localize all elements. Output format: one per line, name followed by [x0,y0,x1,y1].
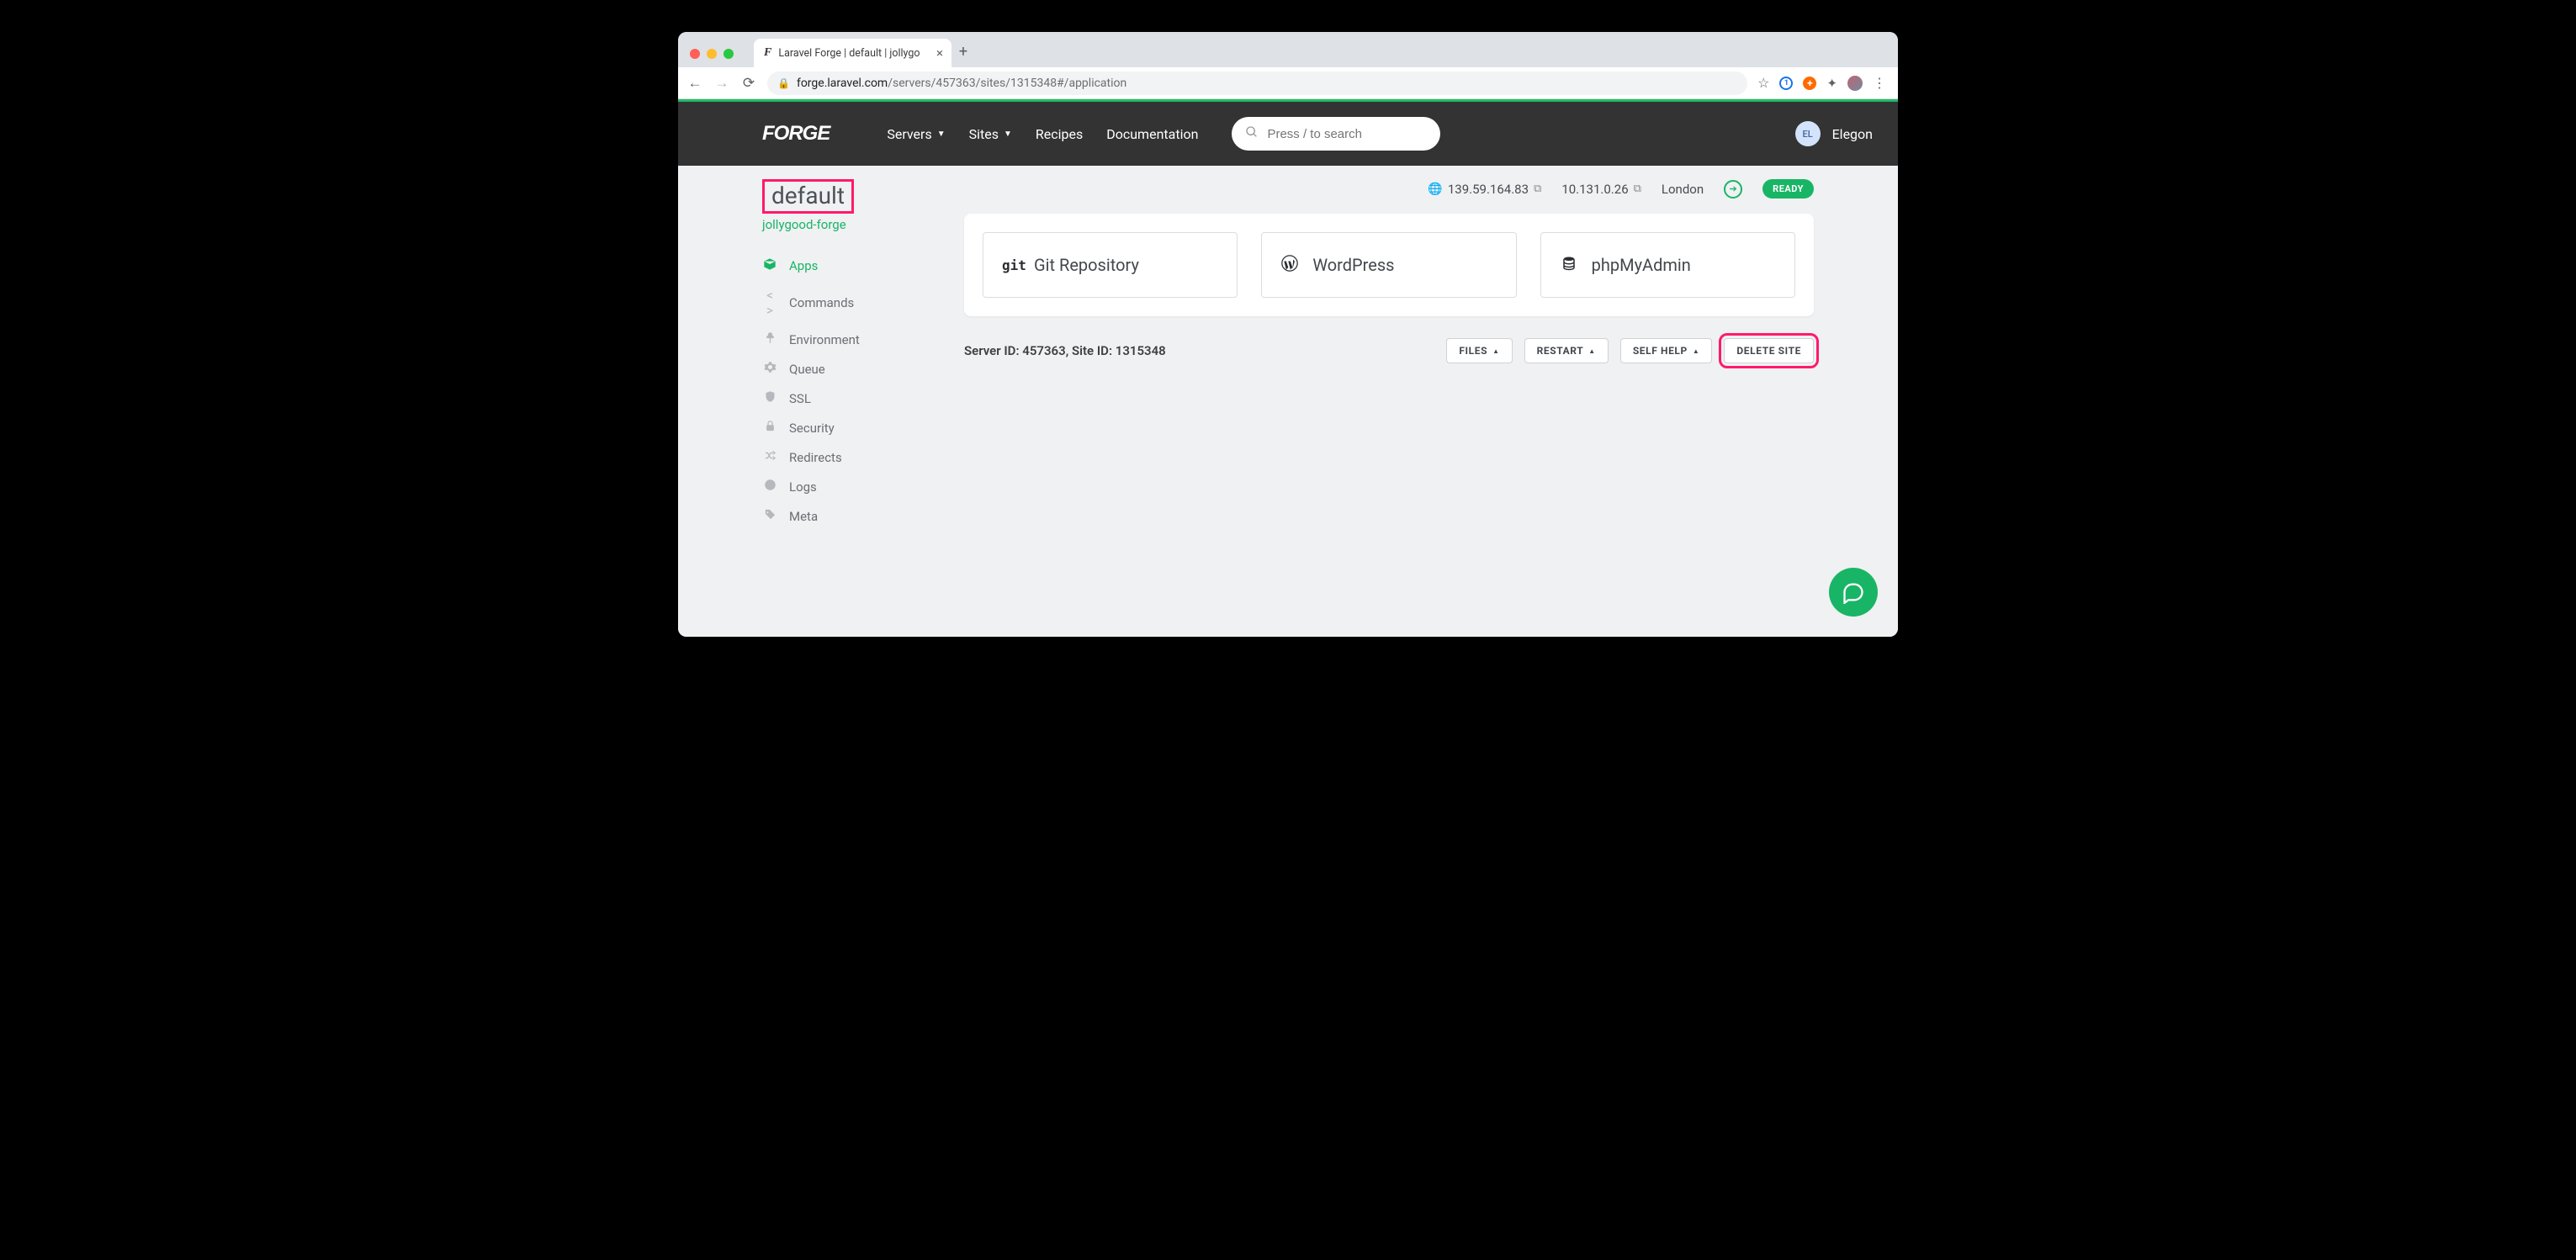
nav-recipes[interactable]: Recipes [1036,126,1083,142]
shield-icon [762,390,777,406]
maximize-window-button[interactable] [724,49,734,59]
gear-icon [762,361,777,377]
chat-icon [1842,580,1865,604]
address-bar[interactable]: 🔒 forge.laravel.com/servers/457363/sites… [767,71,1747,95]
extensions-menu-icon[interactable]: ✦ [1826,76,1837,91]
caret-down-icon: ▼ [1004,130,1012,139]
browser-actions: ☆ 1 + ✦ ⋮ [1757,75,1890,91]
app-header: FORGE Servers ▼ Sites ▼ Recipes Document… [678,102,1898,166]
url-text: forge.laravel.com/servers/457363/sites/1… [797,77,1126,90]
reload-button[interactable]: ⟳ [740,75,757,92]
caret-up-icon: ▲ [1588,347,1596,355]
tab-title: Laravel Forge | default | jollygo [778,47,930,60]
sidebar-item-apps[interactable]: Apps [762,251,930,281]
minimize-window-button[interactable] [707,49,717,59]
database-icon [1560,256,1578,275]
nav-documentation[interactable]: Documentation [1106,126,1198,142]
tree-icon [762,331,777,347]
browser-menu-icon[interactable]: ⋮ [1873,75,1886,91]
search-box[interactable] [1232,117,1440,151]
extension-1password-icon[interactable]: 1 [1779,77,1793,90]
region-label: London [1662,182,1704,197]
sidebar-item-queue[interactable]: Queue [762,354,930,384]
sidebar: default jollygood-forge Apps < > Command… [762,179,930,603]
forge-logo[interactable]: FORGE [762,122,830,146]
profile-avatar-icon[interactable] [1847,76,1863,91]
bookmark-icon[interactable]: ☆ [1757,75,1769,91]
sidebar-item-ssl[interactable]: SSL [762,384,930,413]
server-site-ids: Server ID: 457363, Site ID: 1315348 [964,343,1166,358]
search-input[interactable] [1267,127,1427,141]
status-badge: READY [1762,179,1814,199]
lock-icon [762,420,777,436]
server-name-link[interactable]: jollygood-forge [762,217,930,232]
chart-icon [762,479,777,495]
sidebar-item-security[interactable]: Security [762,413,930,442]
copy-icon[interactable]: ⧉ [1634,183,1641,195]
card-git-repository[interactable]: git Git Repository [983,232,1238,298]
refresh-status-icon[interactable]: ➔ [1724,180,1742,199]
browser-titlebar: F Laravel Forge | default | jollygo × + [678,32,1898,67]
search-icon [1245,125,1259,142]
card-wordpress[interactable]: WordPress [1261,232,1516,298]
sidebar-item-meta[interactable]: Meta [762,501,930,531]
wordpress-icon [1280,255,1299,276]
restart-button[interactable]: RESTART ▲ [1524,338,1609,363]
tag-icon [762,508,777,524]
browser-tab[interactable]: F Laravel Forge | default | jollygo × [754,39,951,67]
card-phpmyadmin[interactable]: phpMyAdmin [1540,232,1795,298]
browser-toolbar: ← → ⟳ 🔒 forge.laravel.com/servers/457363… [678,67,1898,99]
sidebar-item-logs[interactable]: Logs [762,472,930,501]
action-row: Server ID: 457363, Site ID: 1315348 FILE… [964,338,1814,363]
page-content: default jollygood-forge Apps < > Command… [678,166,1898,637]
package-icon [762,257,777,274]
git-icon: git [1002,257,1020,273]
user-name: Elegon [1832,126,1873,142]
app-cards-panel: git Git Repository WordPress phpMyAdmin [964,214,1814,316]
nav-sites[interactable]: Sites ▼ [969,126,1012,142]
help-chat-button[interactable] [1829,568,1878,617]
shuffle-icon [762,449,777,465]
sidebar-item-commands[interactable]: < > Commands [762,281,930,325]
files-button[interactable]: FILES ▲ [1446,338,1512,363]
caret-down-icon: ▼ [937,130,946,139]
self-help-button[interactable]: SELF HELP ▲ [1620,338,1713,363]
code-icon: < > [762,288,777,318]
user-menu[interactable]: EL Elegon [1795,121,1873,146]
caret-up-icon: ▲ [1492,347,1500,355]
globe-icon: 🌐 [1428,183,1442,196]
window-controls [678,49,745,67]
sidebar-item-environment[interactable]: Environment [762,325,930,354]
sidebar-menu: Apps < > Commands Environment Queue [762,251,930,531]
main-column: 🌐 139.59.164.83 ⧉ 10.131.0.26 ⧉ London ➔… [964,179,1814,603]
copy-icon[interactable]: ⧉ [1534,183,1541,195]
lock-icon: 🔒 [777,77,790,89]
delete-site-button[interactable]: DELETE SITE [1724,338,1814,363]
caret-up-icon: ▲ [1693,347,1700,355]
sidebar-item-redirects[interactable]: Redirects [762,442,930,472]
site-title: default [762,179,854,214]
extension-icon[interactable]: + [1803,77,1816,90]
close-window-button[interactable] [690,49,700,59]
back-button[interactable]: ← [686,75,703,92]
public-ip: 🌐 139.59.164.83 ⧉ [1428,182,1541,197]
close-tab-button[interactable]: × [936,45,943,61]
nav-servers[interactable]: Servers ▼ [887,126,945,142]
favicon-icon: F [764,46,771,60]
forward-button[interactable]: → [713,75,730,92]
user-avatar: EL [1795,121,1821,146]
private-ip: 10.131.0.26 ⧉ [1561,182,1641,197]
status-row: 🌐 139.59.164.83 ⧉ 10.131.0.26 ⧉ London ➔… [964,179,1814,199]
new-tab-button[interactable]: + [951,43,975,67]
